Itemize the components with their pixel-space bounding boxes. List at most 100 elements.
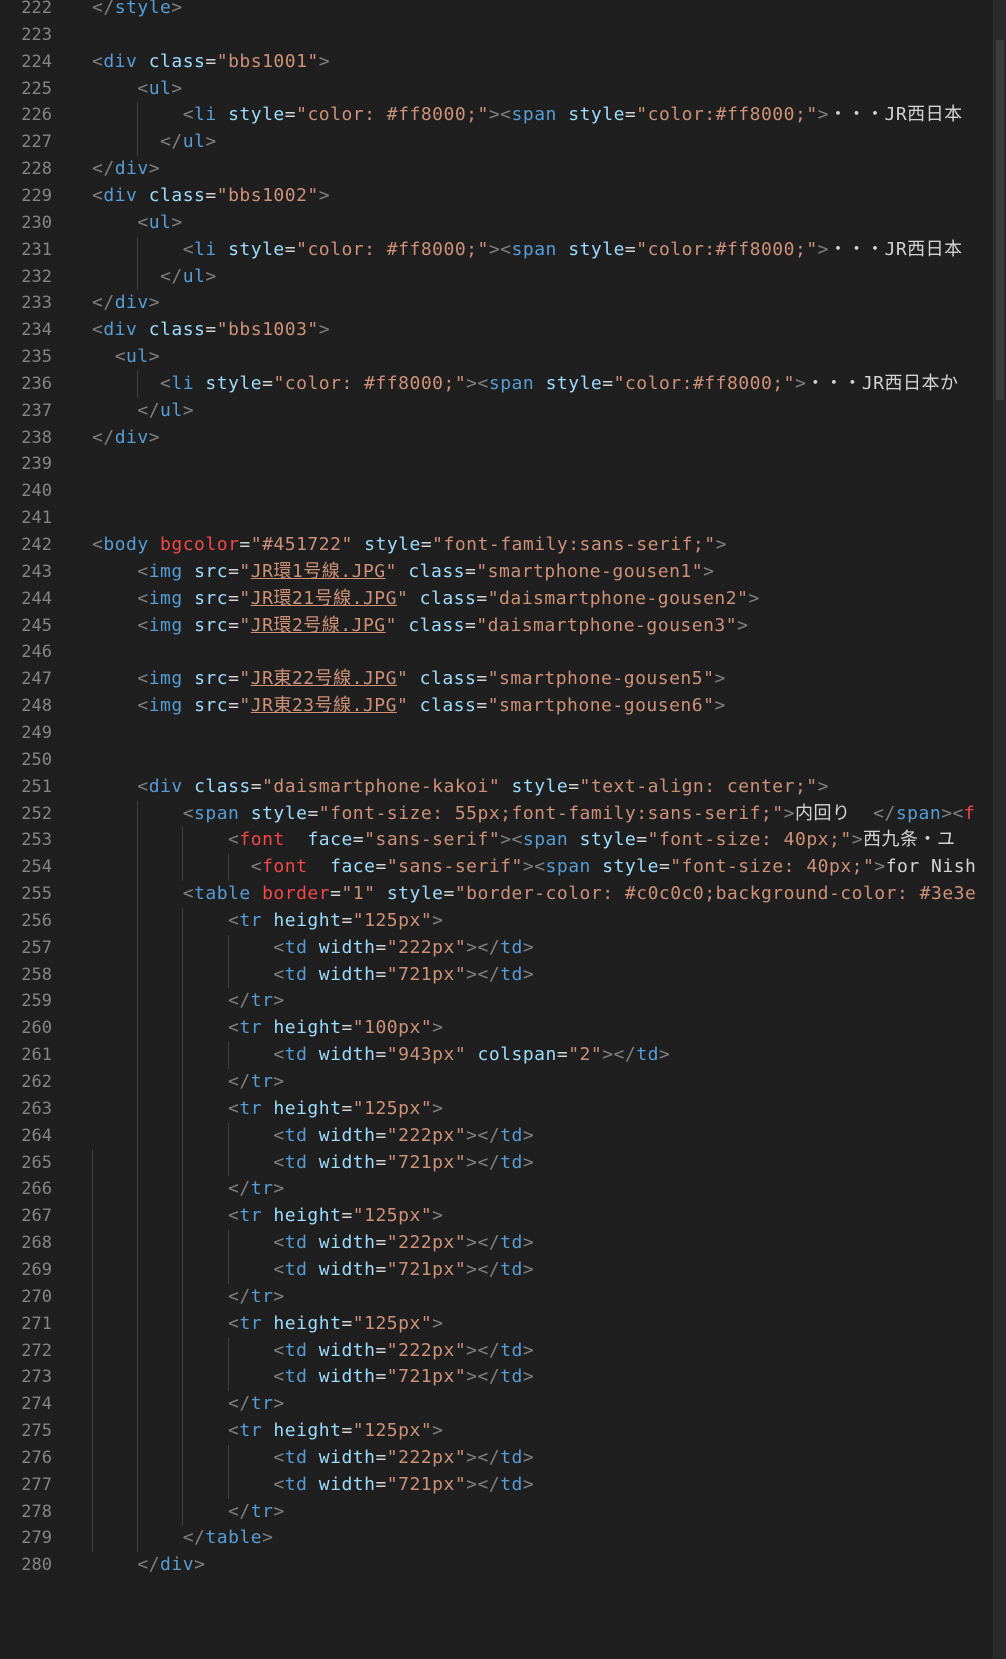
code-line[interactable]: 264 <td width="222px"></td> <box>0 1123 994 1150</box>
code-line[interactable]: 238 </div> <box>0 425 994 452</box>
line-number[interactable]: 256 <box>0 908 52 935</box>
line-number[interactable]: 268 <box>0 1230 52 1257</box>
code-text[interactable]: </div> <box>92 156 160 183</box>
code-line[interactable]: 256 <tr height="125px"> <box>0 908 994 935</box>
code-line[interactable]: 243 <img src="JR環1号線.JPG" class="smartph… <box>0 559 994 586</box>
code-text[interactable]: <td width="721px"></td> <box>92 1150 534 1177</box>
code-text[interactable]: <img src="JR環2号線.JPG" class="daismartpho… <box>92 613 748 640</box>
line-number[interactable]: 232 <box>0 264 52 291</box>
code-text[interactable]: <tr height="125px"> <box>92 1418 444 1445</box>
code-line[interactable]: 280 </div> <box>0 1552 994 1579</box>
code-line[interactable]: 235 <ul> <box>0 344 994 371</box>
code-text[interactable]: <td width="943px" colspan="2"></td> <box>92 1042 670 1069</box>
code-text[interactable]: </style> <box>92 0 183 22</box>
code-text[interactable]: <div class="bbs1001"> <box>92 49 330 76</box>
line-number[interactable]: 234 <box>0 317 52 344</box>
line-number[interactable]: 243 <box>0 559 52 586</box>
line-number[interactable]: 224 <box>0 49 52 76</box>
code-text[interactable]: <td width="721px"></td> <box>92 1364 534 1391</box>
code-text[interactable]: <td width="721px"></td> <box>92 962 534 989</box>
line-number[interactable]: 280 <box>0 1552 52 1579</box>
line-number[interactable]: 260 <box>0 1015 52 1042</box>
code-text[interactable]: <td width="222px"></td> <box>92 935 534 962</box>
code-text[interactable]: <img src="JR環21号線.JPG" class="daismartph… <box>92 586 760 613</box>
code-text[interactable]: </div> <box>92 290 160 317</box>
code-line[interactable]: 265 <td width="721px"></td> <box>0 1150 994 1177</box>
line-number[interactable]: 238 <box>0 425 52 452</box>
code-line[interactable]: 254 <font face="sans-serif"><span style=… <box>0 854 994 881</box>
code-text[interactable]: </tr> <box>92 1499 285 1526</box>
code-line[interactable]: 233 </div> <box>0 290 994 317</box>
code-line[interactable]: 251 <div class="daismartphone-kakoi" sty… <box>0 774 994 801</box>
code-line[interactable]: 242 <body bgcolor="#451722" style="font-f… <box>0 532 994 559</box>
line-number[interactable]: 241 <box>0 505 52 532</box>
code-line[interactable]: 224 <div class="bbs1001"> <box>0 49 994 76</box>
code-text[interactable]: </table> <box>92 1525 273 1552</box>
code-line[interactable]: 246 <box>0 639 994 666</box>
line-number[interactable]: 253 <box>0 827 52 854</box>
line-number[interactable]: 259 <box>0 988 52 1015</box>
code-line[interactable]: 257 <td width="222px"></td> <box>0 935 994 962</box>
line-number[interactable]: 235 <box>0 344 52 371</box>
line-number[interactable]: 277 <box>0 1472 52 1499</box>
code-text[interactable]: <img src="JR環1号線.JPG" class="smartphone-… <box>92 559 714 586</box>
code-text[interactable]: <tr height="100px"> <box>92 1015 444 1042</box>
code-text[interactable]: <font face="sans-serif"><span style="fon… <box>92 854 976 881</box>
line-number[interactable]: 279 <box>0 1525 52 1552</box>
code-line[interactable]: 273 <td width="721px"></td> <box>0 1364 994 1391</box>
code-line[interactable]: 226 <li style="color: #ff8000;"><span st… <box>0 102 994 129</box>
code-line[interactable]: 223 <box>0 22 994 49</box>
code-text[interactable]: <div class="daismartphone-kakoi" style="… <box>92 774 829 801</box>
line-number[interactable]: 231 <box>0 237 52 264</box>
code-line[interactable]: 278 </tr> <box>0 1499 994 1526</box>
code-line[interactable]: 270 </tr> <box>0 1284 994 1311</box>
line-number[interactable]: 276 <box>0 1445 52 1472</box>
code-text[interactable]: </div> <box>92 1552 205 1579</box>
code-text[interactable]: </ul> <box>92 264 217 291</box>
line-number[interactable]: 263 <box>0 1096 52 1123</box>
link-token[interactable]: JR東22号線.JPG <box>251 668 397 689</box>
code-line[interactable]: 225 <ul> <box>0 76 994 103</box>
code-text[interactable]: </ul> <box>92 129 217 156</box>
code-line[interactable]: 230 <ul> <box>0 210 994 237</box>
line-number[interactable]: 229 <box>0 183 52 210</box>
code-text[interactable]: <ul> <box>92 76 183 103</box>
line-number[interactable]: 225 <box>0 76 52 103</box>
code-line[interactable]: 244 <img src="JR環21号線.JPG" class="daisma… <box>0 586 994 613</box>
code-line[interactable]: 222 </style> <box>0 0 994 22</box>
code-text[interactable]: <li style="color: #ff8000;"><span style=… <box>92 371 959 398</box>
code-text[interactable]: <div class="bbs1003"> <box>92 317 330 344</box>
line-number[interactable]: 257 <box>0 935 52 962</box>
line-number[interactable]: 245 <box>0 613 52 640</box>
link-token[interactable]: JR環2号線.JPG <box>251 615 386 636</box>
code-line[interactable]: 261 <td width="943px" colspan="2"></td> <box>0 1042 994 1069</box>
code-line[interactable]: 228 </div> <box>0 156 994 183</box>
code-text[interactable]: <td width="222px"></td> <box>92 1445 534 1472</box>
code-text[interactable]: <li style="color: #ff8000;"><span style=… <box>92 237 963 264</box>
line-number[interactable]: 242 <box>0 532 52 559</box>
line-number[interactable]: 278 <box>0 1499 52 1526</box>
line-number[interactable]: 228 <box>0 156 52 183</box>
code-line[interactable]: 248 <img src="JR東23号線.JPG" class="smartp… <box>0 693 994 720</box>
code-line[interactable]: 255 <table border="1" style="border-colo… <box>0 881 994 908</box>
code-line[interactable]: 262 </tr> <box>0 1069 994 1096</box>
line-number[interactable]: 258 <box>0 962 52 989</box>
code-text[interactable]: <td width="222px"></td> <box>92 1123 534 1150</box>
code-text[interactable]: <div class="bbs1002"> <box>92 183 330 210</box>
code-line[interactable]: 266 </tr> <box>0 1176 994 1203</box>
code-text[interactable]: <tr height="125px"> <box>92 1311 444 1338</box>
code-text[interactable]: <li style="color: #ff8000;"><span style=… <box>92 102 963 129</box>
line-number[interactable]: 267 <box>0 1203 52 1230</box>
line-number[interactable]: 230 <box>0 210 52 237</box>
line-number[interactable]: 266 <box>0 1176 52 1203</box>
code-text[interactable]: <font face="sans-serif"><span style="fon… <box>92 827 956 854</box>
line-number[interactable]: 250 <box>0 747 52 774</box>
code-text[interactable]: <img src="JR東23号線.JPG" class="smartphone… <box>92 693 726 720</box>
line-number[interactable]: 226 <box>0 102 52 129</box>
line-number[interactable]: 252 <box>0 801 52 828</box>
code-line[interactable]: 263 <tr height="125px"> <box>0 1096 994 1123</box>
line-number[interactable]: 271 <box>0 1311 52 1338</box>
line-number[interactable]: 270 <box>0 1284 52 1311</box>
code-line[interactable]: 276 <td width="222px"></td> <box>0 1445 994 1472</box>
line-number[interactable]: 223 <box>0 22 52 49</box>
